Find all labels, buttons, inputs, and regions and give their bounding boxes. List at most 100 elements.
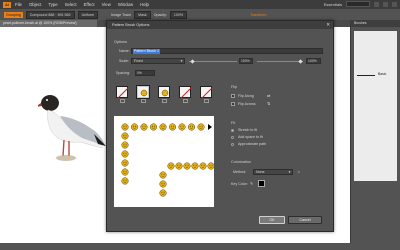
name-label: Name: bbox=[119, 49, 130, 53]
key-color-label: Key Color: bbox=[231, 182, 248, 186]
play-arrow-icon bbox=[208, 124, 212, 130]
scale-mode-select[interactable]: Fixed ▼ bbox=[131, 58, 185, 64]
side-tile-dropdown[interactable] bbox=[120, 99, 125, 103]
menu-bar: Ai File Object Type Select Effect View W… bbox=[0, 0, 400, 9]
end-tile-dropdown[interactable] bbox=[204, 99, 209, 103]
search-input[interactable] bbox=[346, 1, 370, 7]
scale-mode-value: Fixed bbox=[134, 59, 143, 63]
scale-min-slider[interactable] bbox=[189, 61, 237, 62]
menu-object[interactable]: Object bbox=[29, 2, 41, 7]
tips-icon[interactable]: ☼ bbox=[297, 169, 301, 174]
smiley-icon bbox=[167, 162, 175, 170]
start-tile-dropdown[interactable] bbox=[183, 99, 188, 103]
smiley-icon bbox=[199, 162, 207, 170]
method-value: None bbox=[256, 170, 265, 174]
smiley-icon bbox=[149, 123, 158, 131]
outer-corner-dropdown[interactable] bbox=[141, 99, 146, 103]
flip-across-icon: ⇅ bbox=[267, 101, 271, 106]
smiley-tile-icon bbox=[140, 89, 148, 97]
pattern-preview-art bbox=[121, 123, 215, 197]
flip-across-checkbox[interactable] bbox=[231, 102, 235, 106]
smiley-icon bbox=[178, 123, 186, 131]
close-window-button[interactable] bbox=[392, 1, 397, 7]
selection-type-badge: Grouping bbox=[4, 11, 23, 18]
key-color-swatch[interactable] bbox=[258, 180, 265, 187]
name-field[interactable]: Pattern Brush 1 bbox=[131, 48, 323, 54]
fit-header: Fit bbox=[231, 121, 236, 125]
scale-max-field[interactable]: 100% bbox=[306, 58, 321, 64]
document-tab[interactable]: pearl-pullover-brush.ai @ 100% (RGB/Prev… bbox=[0, 20, 97, 27]
smiley-icon bbox=[121, 168, 129, 176]
start-tile-slot[interactable] bbox=[179, 86, 192, 99]
method-label: Method: bbox=[233, 170, 246, 174]
inner-corner-dropdown[interactable] bbox=[162, 99, 167, 103]
brush-list: Basic bbox=[354, 31, 397, 181]
opacity-label: Opacity: bbox=[153, 12, 167, 17]
menu-type[interactable]: Type bbox=[48, 2, 57, 7]
workspace-switcher[interactable]: Essentials bbox=[324, 2, 342, 7]
flip-along-checkbox[interactable] bbox=[231, 94, 235, 98]
inner-corner-tile-slot[interactable] bbox=[158, 86, 170, 98]
dialog-title: Pattern Brush Options bbox=[107, 21, 333, 29]
method-select[interactable]: None ▼ bbox=[253, 169, 293, 175]
brushes-panel-tab[interactable]: Brushes bbox=[351, 20, 400, 27]
name-field-value[interactable]: Pattern Brush 1 bbox=[133, 49, 160, 54]
image-trace-button[interactable]: Image Trace bbox=[111, 13, 131, 17]
pattern-preview bbox=[114, 116, 215, 207]
menu-window[interactable]: Window bbox=[118, 2, 133, 7]
smiley-icon bbox=[183, 162, 191, 170]
menu-select[interactable]: Select bbox=[65, 2, 77, 7]
app-logo: Ai bbox=[3, 1, 11, 8]
maximize-button[interactable] bbox=[383, 1, 388, 7]
smiley-icon bbox=[121, 141, 129, 149]
stretch-to-fit-radio[interactable] bbox=[231, 129, 234, 132]
scale-min-field[interactable]: 100% bbox=[239, 58, 253, 64]
minimize-button[interactable] bbox=[374, 1, 379, 7]
scale-min-slider-knob[interactable] bbox=[190, 59, 195, 64]
smiley-icon bbox=[159, 180, 167, 188]
stretch-to-fit-label: Stretch to fit bbox=[238, 128, 258, 132]
menu-effect[interactable]: Effect bbox=[84, 2, 95, 7]
chevron-down-icon: ▼ bbox=[180, 59, 183, 63]
approximate-path-radio[interactable] bbox=[231, 143, 234, 146]
smiley-icon bbox=[121, 177, 129, 185]
scale-label: Scale: bbox=[119, 59, 129, 63]
menu-help[interactable]: Help bbox=[140, 2, 149, 7]
flip-along-label: Flip Along bbox=[238, 94, 254, 98]
menu-view[interactable]: View bbox=[102, 2, 111, 7]
cancel-button[interactable]: Cancel bbox=[288, 216, 322, 224]
smiley-icon bbox=[175, 162, 183, 170]
smiley-icon bbox=[191, 162, 199, 170]
smiley-icon bbox=[121, 123, 129, 131]
seagull-image bbox=[38, 95, 106, 161]
smiley-icon bbox=[187, 123, 196, 131]
opacity-field[interactable]: 100% bbox=[169, 10, 188, 19]
end-tile-slot[interactable] bbox=[200, 86, 213, 99]
smiley-icon bbox=[121, 150, 129, 158]
outer-corner-tile-slot[interactable] bbox=[136, 85, 150, 99]
scale-max-slider-knob[interactable] bbox=[298, 59, 303, 64]
add-space-to-fit-label: Add space to fit bbox=[238, 135, 263, 139]
eyedropper-icon[interactable]: ✎ bbox=[250, 181, 253, 186]
chevron-down-icon: ▼ bbox=[288, 170, 291, 174]
smiley-icon bbox=[140, 123, 148, 131]
stroke-profile-select[interactable]: Uniform bbox=[77, 10, 99, 19]
approximate-path-label: Approximate path bbox=[238, 142, 267, 146]
add-space-to-fit-radio[interactable] bbox=[231, 136, 234, 139]
ok-button[interactable]: OK bbox=[259, 216, 285, 224]
brush-stroke-preview[interactable] bbox=[357, 75, 375, 76]
spacing-field[interactable]: 0% bbox=[135, 70, 155, 76]
side-tile-slot[interactable] bbox=[116, 86, 129, 99]
no-tile-icon bbox=[180, 87, 192, 99]
transform-link[interactable]: Transform bbox=[250, 13, 266, 17]
mask-button[interactable]: Mask bbox=[134, 10, 151, 19]
scale-max-slider[interactable] bbox=[257, 61, 303, 62]
menu-file[interactable]: File bbox=[15, 2, 22, 7]
smiley-icon bbox=[121, 132, 129, 140]
flip-across-label: Flip Across bbox=[238, 102, 256, 106]
compound-field[interactable]: Compound 888 · 891 565 bbox=[25, 10, 75, 19]
brush-stroke-label: Basic bbox=[378, 72, 387, 76]
smiley-icon bbox=[168, 123, 177, 131]
dialog-close-icon[interactable]: ✕ bbox=[326, 22, 330, 28]
flip-header: Flip bbox=[231, 85, 238, 89]
